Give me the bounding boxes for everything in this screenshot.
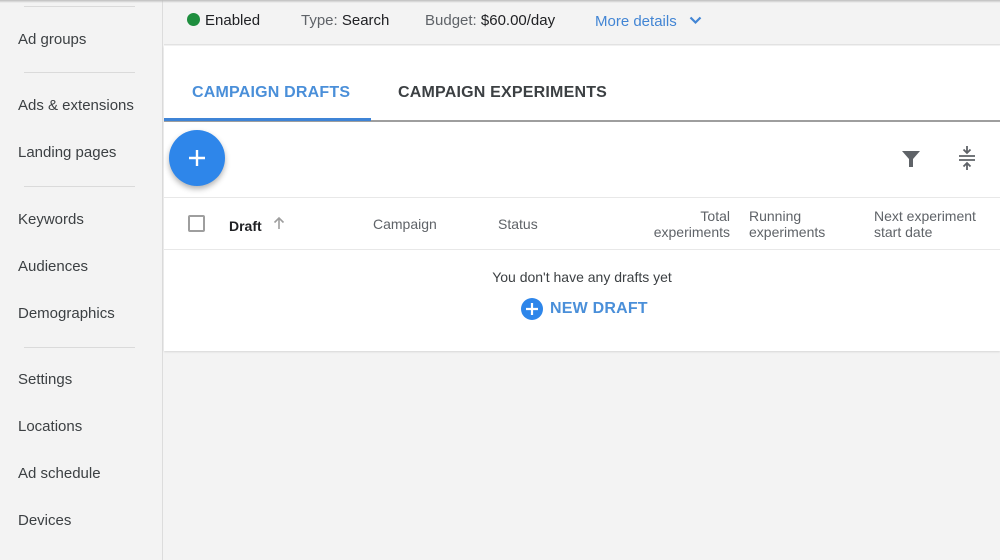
column-header-campaign[interactable]: Campaign (373, 216, 437, 232)
sidebar-item-ads-extensions[interactable]: Ads & extensions (18, 97, 134, 114)
active-tab-indicator (164, 118, 371, 121)
new-draft-label: NEW DRAFT (550, 300, 648, 317)
main-content: Enabled Type: Search Budget: $60.00/day … (164, 0, 1000, 560)
sidebar-item-settings[interactable]: Settings (18, 371, 72, 388)
budget-value: $60.00/day (480, 12, 556, 29)
budget-label: Budget: (425, 12, 477, 29)
status-dot-icon (187, 13, 200, 26)
sidebar-item-audiences[interactable]: Audiences (18, 258, 88, 275)
type-value: Search (341, 12, 390, 29)
add-draft-button[interactable] (169, 130, 225, 186)
column-header-running-experiments[interactable]: Running experiments (749, 208, 825, 240)
sidebar-item-demographics[interactable]: Demographics (18, 305, 115, 322)
filter-button[interactable] (901, 149, 921, 174)
campaign-budget: Budget: $60.00/day (425, 12, 555, 29)
tab-campaign-drafts[interactable]: CAMPAIGN DRAFTS (192, 84, 350, 102)
column-header-draft[interactable]: Draft (229, 218, 262, 234)
column-header-next-start-date[interactable]: Next experiment start date (874, 208, 976, 240)
sidebar-item-devices[interactable]: Devices (18, 512, 71, 529)
column-header-status[interactable]: Status (498, 216, 538, 232)
sidebar-divider (24, 6, 135, 7)
empty-state-message: You don't have any drafts yet (492, 269, 672, 285)
sort-ascending-icon[interactable] (272, 216, 286, 233)
total-line1: Total (700, 208, 730, 224)
campaign-type: Type: Search (301, 12, 389, 29)
sidebar-item-locations[interactable]: Locations (18, 418, 82, 435)
running-line1: Running (749, 208, 802, 224)
sidebar-item-ad-schedule[interactable]: Ad schedule (18, 465, 101, 482)
type-label: Type: (301, 12, 338, 29)
sidebar-divider (24, 347, 135, 348)
column-header-total-experiments[interactable]: Total experiments (654, 208, 730, 240)
sidebar-divider (24, 186, 135, 187)
select-all-checkbox[interactable] (188, 215, 205, 232)
sidebar-item-ad-groups[interactable]: Ad groups (18, 31, 86, 48)
filter-icon (902, 151, 920, 167)
tab-campaign-experiments[interactable]: CAMPAIGN EXPERIMENTS (398, 84, 607, 102)
status-indicator: Enabled (187, 12, 260, 29)
total-line2: experiments (653, 224, 730, 240)
table-header: Draft Campaign Status Total experiments … (164, 197, 1000, 250)
plus-icon (189, 150, 205, 166)
next-line1: Next experiment (874, 208, 976, 224)
more-details-link[interactable]: More details (595, 12, 702, 30)
drafts-experiments-card: CAMPAIGN DRAFTS CAMPAIGN EXPERIMENTS Dra… (164, 46, 1000, 351)
campaign-summary-bar: Enabled Type: Search Budget: $60.00/day … (164, 0, 1000, 45)
sidebar: Ad groups Ads & extensions Landing pages… (0, 0, 163, 560)
tab-bar: CAMPAIGN DRAFTS CAMPAIGN EXPERIMENTS (164, 46, 1000, 122)
row-density-button[interactable] (957, 145, 977, 176)
sidebar-item-keywords[interactable]: Keywords (18, 211, 84, 228)
status-text: Enabled (205, 12, 261, 29)
top-shadow (0, 0, 1000, 3)
next-line2: start date (874, 224, 933, 240)
more-details-label: More details (595, 13, 677, 30)
compact-rows-icon (959, 146, 975, 170)
add-circle-icon (521, 298, 543, 320)
running-line2: experiments (749, 224, 826, 240)
chevron-down-icon (689, 12, 702, 29)
sidebar-divider (24, 72, 135, 73)
sidebar-item-landing-pages[interactable]: Landing pages (18, 144, 116, 161)
